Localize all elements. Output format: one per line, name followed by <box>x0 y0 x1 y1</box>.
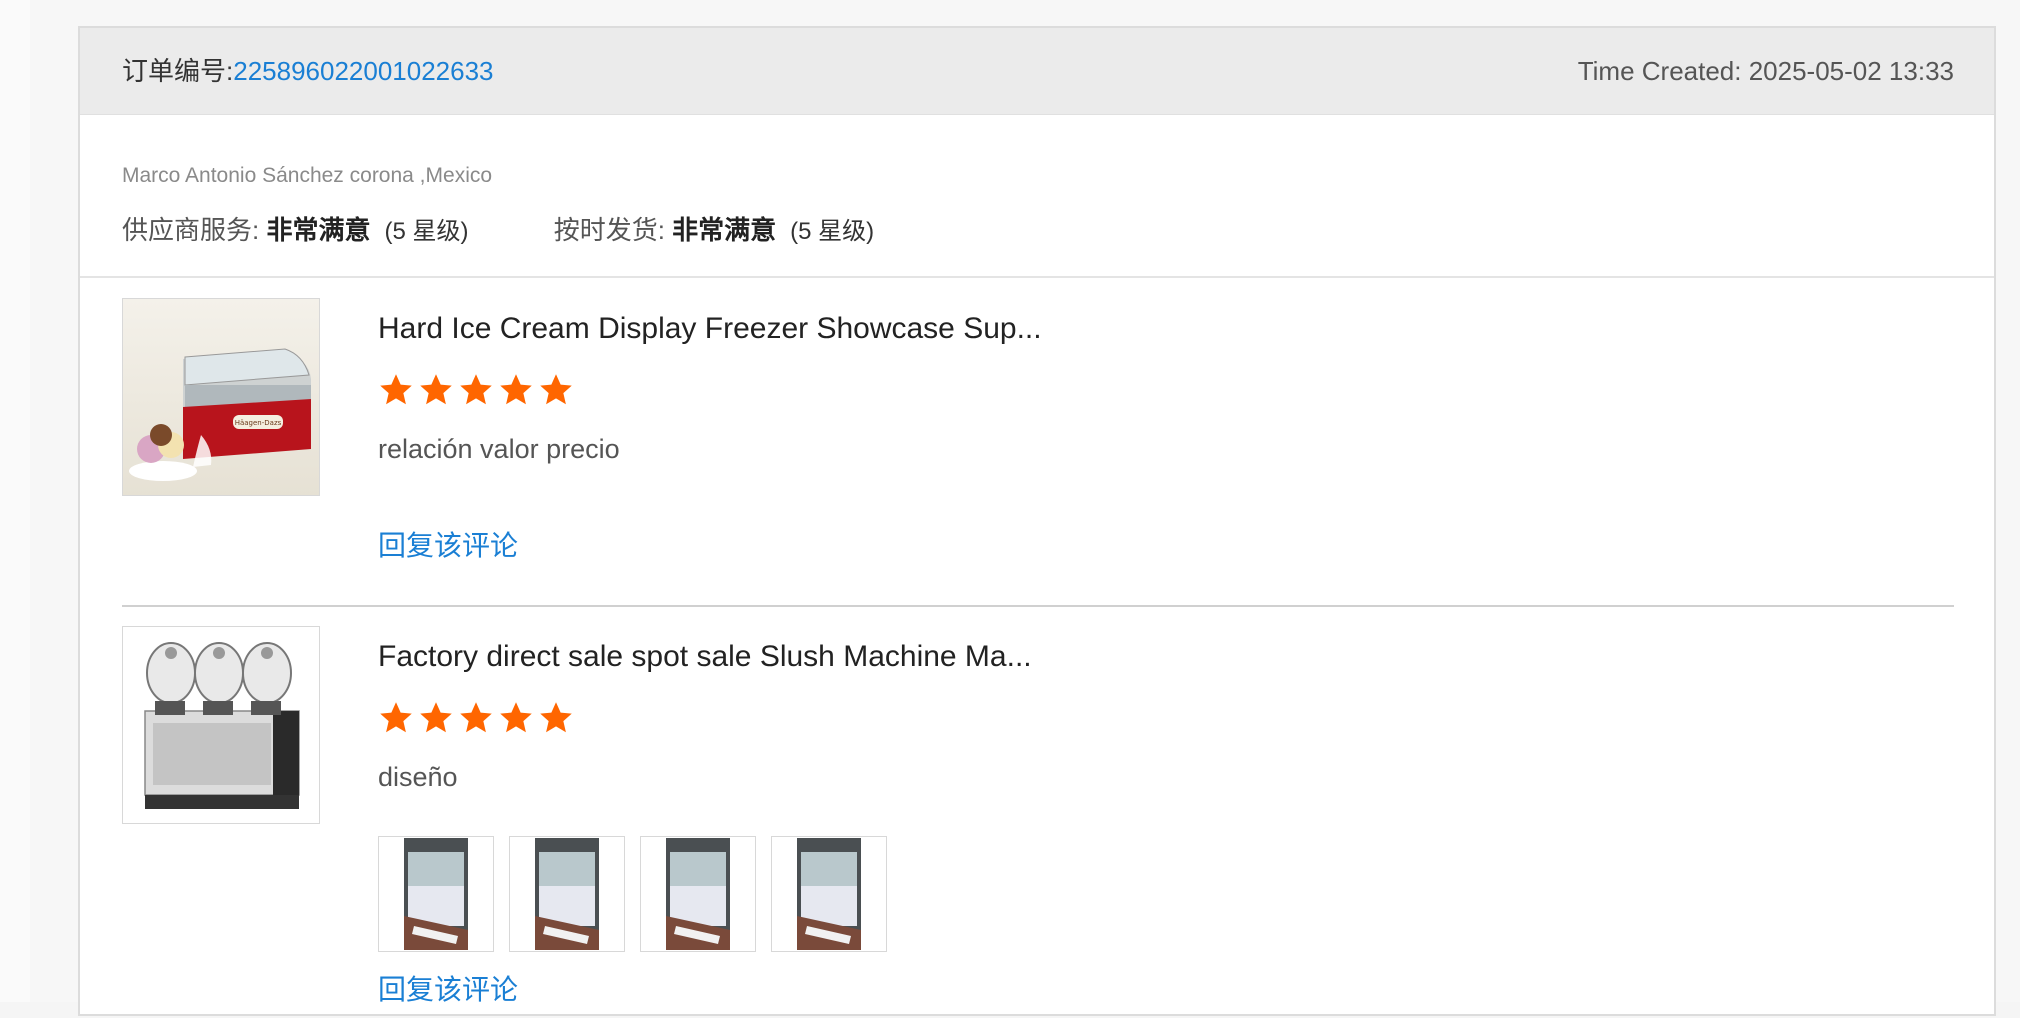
review-photos <box>378 836 887 952</box>
brand-logo-text: Häagen-Dazs <box>235 419 282 427</box>
supplier-service-value: 非常满意 <box>266 215 371 245</box>
star-icon <box>500 702 532 733</box>
slush-machine-image[interactable] <box>122 626 320 824</box>
on-time-delivery-rating: 按时发货: 非常满意 (5 星级) <box>554 210 874 247</box>
review-comment: relación valor precio <box>378 434 620 464</box>
review-comment: diseño <box>378 762 458 792</box>
review-photo-thumbnail[interactable] <box>771 836 887 952</box>
left-margin-strip <box>0 0 30 1002</box>
star-icon <box>460 702 492 733</box>
ice-cream-display-freezer-image[interactable]: Häagen-Dazs <box>122 298 320 496</box>
buyer-name: Marco Antonio Sánchez corona ,Mexico <box>122 164 493 187</box>
product-title[interactable]: Factory direct sale spot sale Slush Mach… <box>378 640 1032 674</box>
order-header: 订单编号:225896022001022633 Time Created: 20… <box>80 28 1994 115</box>
on-time-delivery-label: 按时发货: <box>553 215 673 245</box>
time-created: Time Created: 2025-05-02 13:33 <box>1577 56 1954 86</box>
star-icon <box>420 374 452 405</box>
supplier-service-stars: (5 星级) <box>384 218 469 245</box>
buyer-section: Marco Antonio Sánchez corona ,Mexico 供应商… <box>80 114 1994 278</box>
freezer-photo-image <box>535 838 599 950</box>
review-card: 订单编号:225896022001022633 Time Created: 20… <box>78 26 1996 1016</box>
ice-cream-display-freezer-image: Häagen-Dazs <box>123 299 319 495</box>
reply-review-link[interactable]: 回复该评论 <box>378 968 518 1008</box>
slush-machine-image <box>123 627 319 823</box>
star-icon <box>420 702 452 733</box>
on-time-delivery-stars: (5 星级) <box>790 218 875 245</box>
star-icon <box>540 374 572 405</box>
star-icon <box>500 374 532 405</box>
reply-review-link[interactable]: 回复该评论 <box>378 524 518 564</box>
product-review-item: Factory direct sale spot sale Slush Mach… <box>122 618 1954 1018</box>
star-icon <box>380 374 412 405</box>
review-photo-thumbnail[interactable] <box>378 836 494 952</box>
star-rating <box>378 372 574 408</box>
on-time-delivery-value: 非常满意 <box>672 215 777 245</box>
review-photo-thumbnail[interactable] <box>640 836 756 952</box>
star-rating <box>378 700 574 736</box>
star-icon <box>380 702 412 733</box>
star-icon <box>540 702 572 733</box>
supplier-service-label: 供应商服务: <box>122 215 267 245</box>
freezer-photo-image <box>404 838 468 950</box>
supplier-service-rating: 供应商服务: 非常满意 (5 星级) <box>122 210 468 247</box>
order-id-row: 订单编号:225896022001022633 <box>122 28 494 114</box>
service-ratings-row: 供应商服务: 非常满意 (5 星级) 按时发货: 非常满意 (5 星级) <box>122 210 952 247</box>
order-number-link[interactable]: 225896022001022633 <box>233 56 493 86</box>
freezer-photo-image <box>797 838 861 950</box>
order-id-label: 订单编号: <box>122 56 234 86</box>
product-title[interactable]: Hard Ice Cream Display Freezer Showcase … <box>378 312 1042 346</box>
review-photo-thumbnail[interactable] <box>509 836 625 952</box>
product-review-item: Häagen-Dazs Hard Ice Cream Display Freez… <box>122 290 1954 607</box>
freezer-photo-image <box>666 838 730 950</box>
star-icon <box>460 374 492 405</box>
